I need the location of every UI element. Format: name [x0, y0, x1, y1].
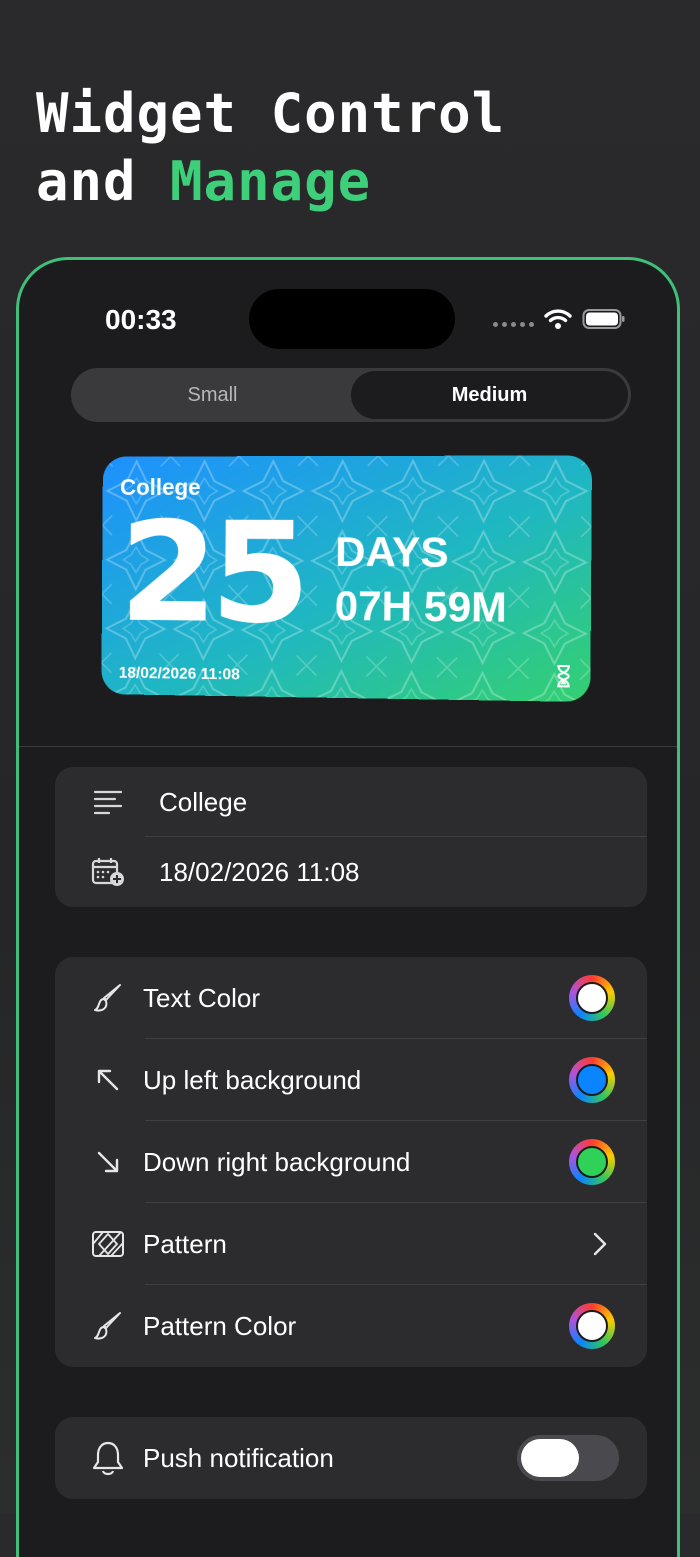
widget-card: College 25 DAYS 07H 59M 18/02/2026 11:08: [101, 455, 592, 702]
widget-days-label: DAYS: [335, 528, 449, 577]
arrow-up-left-icon: [91, 1063, 125, 1097]
up-left-background-swatch[interactable]: [569, 1057, 615, 1103]
swatch-fill: [576, 1146, 608, 1178]
segment-small[interactable]: Small: [74, 371, 351, 419]
page-headline: Widget Control and Manage: [36, 80, 505, 216]
paintbrush-icon: [91, 1309, 125, 1343]
push-notification-row[interactable]: Push notification: [55, 1417, 647, 1499]
notification-group: Push notification: [55, 1417, 647, 1499]
down-right-background-row[interactable]: Down right background: [55, 1121, 647, 1203]
pattern-color-swatch[interactable]: [569, 1303, 615, 1349]
wifi-icon: [544, 308, 572, 330]
segment-medium[interactable]: Medium: [351, 371, 628, 419]
swatch-fill: [576, 1064, 608, 1096]
headline-line2-plain: and: [36, 150, 170, 213]
headline-accent: Manage: [170, 150, 371, 213]
hourglass-icon: [555, 665, 572, 688]
swatch-fill: [576, 1310, 608, 1342]
toggle-knob: [521, 1439, 579, 1477]
text-color-swatch[interactable]: [569, 975, 615, 1021]
widget-time-left: 07H 59M: [335, 582, 507, 632]
date-value[interactable]: 18/02/2026 11:08: [159, 857, 359, 888]
title-value[interactable]: College: [159, 787, 247, 818]
pattern-label: Pattern: [143, 1229, 227, 1260]
bell-icon: [91, 1441, 125, 1475]
swatch-fill: [576, 982, 608, 1014]
widget-big-number: 25: [119, 500, 304, 650]
calendar-add-icon: [91, 855, 125, 889]
details-group: College 18/02/2026 11:08: [55, 767, 647, 907]
section-divider: [19, 746, 680, 747]
signal-dots-icon: [493, 322, 534, 327]
text-lines-icon: [91, 785, 125, 819]
push-notification-label: Push notification: [143, 1443, 334, 1474]
arrow-down-right-icon: [91, 1145, 125, 1179]
chevron-right-icon: [593, 1232, 607, 1256]
up-left-background-label: Up left background: [143, 1065, 361, 1096]
pattern-row[interactable]: Pattern: [55, 1203, 647, 1285]
headline-line1: Widget Control: [36, 80, 505, 148]
status-time: 00:33: [105, 304, 177, 336]
push-notification-toggle[interactable]: [517, 1435, 619, 1481]
pattern-color-row[interactable]: Pattern Color: [55, 1285, 647, 1367]
dynamic-island: [249, 289, 455, 349]
battery-icon: [582, 308, 626, 330]
status-icons: [493, 304, 626, 334]
appearance-group: Text Color Up left background Down right…: [55, 957, 647, 1367]
date-row[interactable]: 18/02/2026 11:08: [55, 837, 647, 907]
widget-preview: College 25 DAYS 07H 59M 18/02/2026 11:08: [97, 456, 591, 708]
down-right-background-label: Down right background: [143, 1147, 410, 1178]
pattern-icon: [91, 1227, 125, 1261]
text-color-row[interactable]: Text Color: [55, 957, 647, 1039]
headline-line2: and Manage: [36, 148, 505, 216]
up-left-background-row[interactable]: Up left background: [55, 1039, 647, 1121]
phone-frame: 00:33 Small Medium College 25 DAYS 07H 5…: [16, 257, 680, 1557]
widget-date: 18/02/2026 11:08: [119, 665, 240, 685]
size-segmented-control[interactable]: Small Medium: [71, 368, 631, 422]
text-color-label: Text Color: [143, 983, 260, 1014]
title-row[interactable]: College: [55, 767, 647, 837]
down-right-background-swatch[interactable]: [569, 1139, 615, 1185]
paintbrush-icon: [91, 981, 125, 1015]
pattern-color-label: Pattern Color: [143, 1311, 296, 1342]
